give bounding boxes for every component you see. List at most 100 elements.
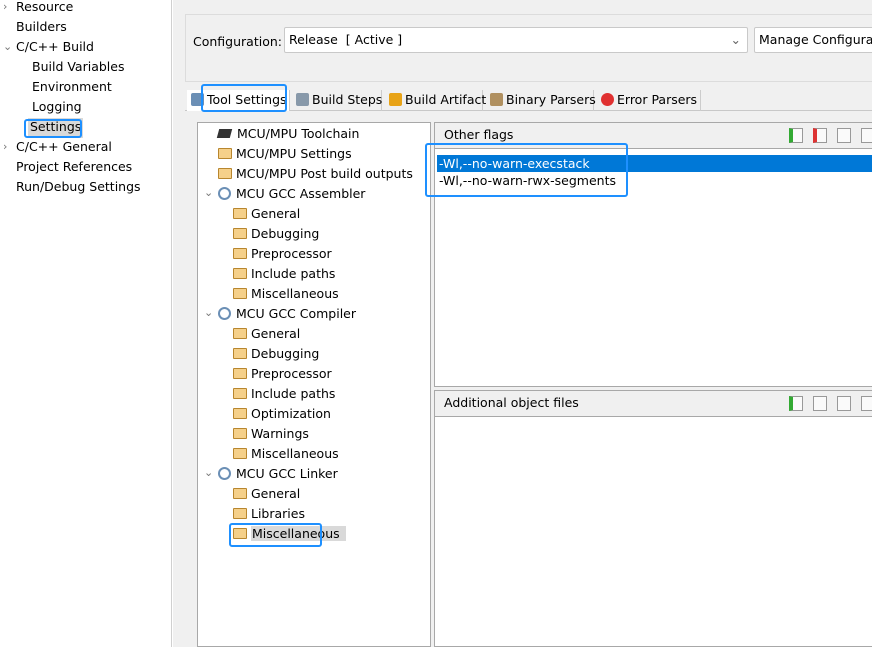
tree-item[interactable]: General — [233, 484, 300, 504]
folder-icon — [233, 488, 247, 499]
tree-item[interactable]: MCU/MPU Toolchain — [216, 124, 359, 144]
add-icon[interactable] — [789, 396, 803, 411]
tree-item-label: MCU GCC Assembler — [236, 186, 366, 201]
folder-icon — [233, 428, 247, 439]
configuration-value: Release [ Active ] — [289, 32, 403, 47]
folder-icon — [233, 508, 247, 519]
miscellaneous-highlight — [229, 523, 322, 547]
tree-item-label: General — [251, 326, 301, 341]
folder-icon — [233, 288, 247, 299]
tree-item[interactable]: Include paths — [233, 264, 335, 284]
nav-item[interactable]: Builders — [16, 18, 67, 38]
tree-item[interactable]: MCU GCC Assembler — [218, 184, 365, 204]
gear-icon — [218, 187, 231, 200]
tree-item-label: MCU GCC Compiler — [236, 306, 357, 321]
chevron-down-icon: ⌄ — [730, 32, 741, 47]
folder-icon — [233, 248, 247, 259]
tree-item-label: Warnings — [251, 426, 309, 441]
configuration-label: Configuration: — [193, 34, 282, 49]
tree-item-label: MCU/MPU Settings — [236, 146, 352, 161]
nav-item[interactable]: Resource — [16, 0, 73, 18]
folder-icon — [233, 208, 247, 219]
chip-icon — [216, 129, 233, 138]
tab-binary-parsers[interactable]: Binary Parsers — [486, 90, 596, 111]
trophy-icon — [389, 93, 402, 106]
settings-highlight — [24, 119, 82, 138]
tree-item-label: Preprocessor — [251, 246, 332, 261]
tree-item-label: Include paths — [251, 386, 336, 401]
folder-icon — [233, 268, 247, 279]
folder-icon — [218, 148, 232, 159]
tab-error-parsers[interactable]: Error Parsers — [597, 90, 701, 111]
tree-item[interactable]: Warnings — [233, 424, 309, 444]
other-flags-highlight — [425, 143, 628, 197]
nav-item[interactable]: Project References — [16, 158, 132, 178]
tree-item[interactable]: Miscellaneous — [233, 284, 339, 304]
nav-item[interactable]: C/C++ Build — [16, 38, 94, 58]
tree-item[interactable]: MCU GCC Linker — [218, 464, 338, 484]
tree-item-label: General — [251, 486, 301, 501]
tree-item[interactable]: General — [233, 324, 300, 344]
gear-icon — [218, 307, 231, 320]
configuration-group: Configuration: Release [ Active ] ⌄ Mana… — [185, 14, 872, 82]
tree-item[interactable]: Debugging — [233, 344, 319, 364]
tree-item[interactable]: Preprocessor — [233, 364, 332, 384]
tree-item-label: Preprocessor — [251, 366, 332, 381]
delete-icon[interactable] — [813, 396, 827, 411]
edit-icon[interactable] — [837, 396, 851, 411]
folder-icon — [233, 368, 247, 379]
folder-icon — [218, 168, 232, 179]
properties-nav: › Resource Builders ⌄ C/C++ Build Build Varia… — [0, 0, 172, 647]
tree-item[interactable]: MCU/MPU Settings — [218, 144, 352, 164]
nav-item[interactable]: Run/Debug Settings — [16, 178, 141, 198]
delete-icon[interactable] — [813, 128, 827, 143]
tab-label: Build Artifact — [405, 92, 487, 107]
chevron-down-icon[interactable]: ⌄ — [204, 306, 213, 319]
manage-configurations-button[interactable]: Manage Configurat — [754, 27, 872, 53]
tool-settings-tree[interactable]: MCU/MPU Toolchain MCU/MPU Settings MCU/MPU… — [197, 122, 431, 647]
tree-item[interactable]: MCU GCC Compiler — [218, 304, 356, 324]
tree-item-label: Include paths — [251, 266, 336, 281]
tree-item-label: Debugging — [251, 346, 320, 361]
folder-icon — [233, 228, 247, 239]
tree-item[interactable]: Preprocessor — [233, 244, 332, 264]
nav-item[interactable]: Logging — [32, 98, 82, 118]
tree-item[interactable]: Include paths — [233, 384, 335, 404]
chevron-down-icon[interactable]: ⌄ — [3, 40, 12, 53]
additional-objects-title: Additional object files — [444, 395, 579, 410]
folder-icon — [233, 328, 247, 339]
folder-icon — [233, 388, 247, 399]
nav-item[interactable]: C/C++ General — [16, 138, 112, 158]
chevron-right-icon[interactable]: › — [3, 0, 7, 13]
tree-item[interactable]: Optimization — [233, 404, 331, 424]
chevron-down-icon[interactable]: ⌄ — [204, 186, 213, 199]
tree-item-label: General — [251, 206, 301, 221]
configuration-select[interactable]: Release [ Active ] ⌄ — [284, 27, 748, 53]
tab-label: Build Steps — [312, 92, 383, 107]
nav-item[interactable]: Build Variables — [32, 58, 124, 78]
tool-settings-highlight — [201, 84, 287, 112]
tree-item[interactable]: Miscellaneous — [233, 444, 339, 464]
additional-objects-panel: Additional object files — [434, 390, 872, 647]
tree-item-label: Libraries — [251, 506, 305, 521]
tab-build-artifact[interactable]: Build Artifact — [385, 90, 487, 111]
edit-icon[interactable] — [837, 128, 851, 143]
tree-item-label: Miscellaneous — [251, 446, 339, 461]
add-icon[interactable] — [789, 128, 803, 143]
other-flags-title: Other flags — [444, 127, 514, 142]
tree-item[interactable]: Libraries — [233, 504, 305, 524]
tree-item-label: Debugging — [251, 226, 320, 241]
tree-item[interactable]: MCU/MPU Post build outputs — [218, 164, 413, 184]
tab-label: Binary Parsers — [506, 92, 596, 107]
move-up-icon[interactable] — [861, 128, 872, 143]
tree-item[interactable]: Debugging — [233, 224, 319, 244]
folder-icon — [233, 348, 247, 359]
tab-build-steps[interactable]: Build Steps — [292, 90, 382, 111]
build-steps-icon — [296, 93, 309, 106]
nav-item[interactable]: Environment — [32, 78, 112, 98]
chevron-right-icon[interactable]: › — [3, 140, 7, 153]
tree-item[interactable]: General — [233, 204, 300, 224]
chevron-down-icon[interactable]: ⌄ — [204, 466, 213, 479]
move-up-icon[interactable] — [861, 396, 872, 411]
tree-item-label: Miscellaneous — [251, 286, 339, 301]
